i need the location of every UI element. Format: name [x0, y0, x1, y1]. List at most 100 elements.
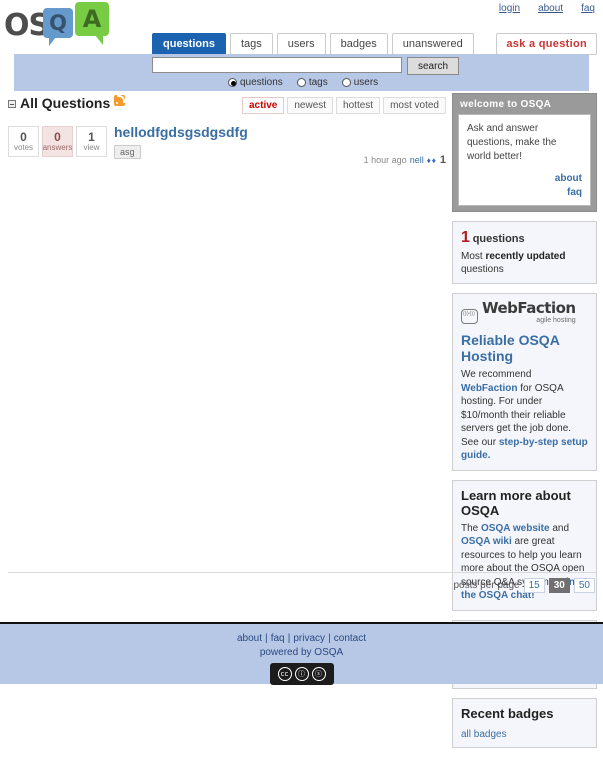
question-author-link[interactable]: nell — [410, 155, 424, 165]
search-scope-tags-label: tags — [308, 77, 328, 88]
recent-badges-card: Recent badges all badges — [452, 697, 597, 748]
webfaction-link[interactable]: WebFaction — [461, 383, 517, 394]
footer-about-link[interactable]: about — [237, 633, 262, 644]
page-size-15[interactable]: 15 — [523, 578, 545, 593]
nav-tab-badges[interactable]: badges — [329, 33, 388, 55]
user-links: login about faq — [499, 0, 595, 16]
creative-commons-badge[interactable]: cc ⓘ ⓢ — [269, 663, 334, 685]
content-divider — [8, 572, 596, 573]
author-badges-icon: ♦♦ — [426, 155, 437, 165]
question-body: hellodfgdsgsdgsdfg asg — [114, 124, 248, 159]
answer-count: 0 — [54, 129, 61, 144]
site-footer: about | faq | privacy | contact powered … — [0, 622, 603, 685]
learn-body-2: and — [549, 522, 570, 534]
footer-privacy-link[interactable]: privacy — [293, 633, 325, 644]
question-title-link[interactable]: hellodfgdsgsdgsdfg — [114, 124, 248, 140]
vote-count: 0 — [20, 129, 27, 144]
search-input[interactable] — [152, 57, 402, 73]
sort-tab-most-voted[interactable]: most voted — [383, 97, 446, 114]
stats-sub-bold: recently updated — [485, 251, 566, 262]
nav-tab-tags[interactable]: tags — [229, 33, 273, 55]
question-count-number: 1 — [461, 229, 470, 246]
radio-questions-icon[interactable] — [228, 78, 237, 87]
logo-letter-q: Q — [49, 11, 67, 35]
view-count-box: 1 view — [76, 126, 107, 157]
sort-tab-newest[interactable]: newest — [287, 97, 334, 114]
footer-sep-2: | — [287, 633, 291, 644]
nav-tab-unanswered[interactable]: unanswered — [391, 33, 474, 55]
welcome-about-link[interactable]: about — [467, 172, 582, 186]
page-title-group: All Questions — [8, 95, 126, 111]
welcome-inner: Ask and answer questions, make the world… — [458, 114, 591, 206]
view-count: 1 — [88, 129, 95, 144]
hosting-card: WebFaction agile hosting Reliable OSQA H… — [452, 293, 597, 471]
question-count-line: 1 questions — [461, 229, 588, 247]
hosting-body: We recommend WebFaction for OSQA hosting… — [461, 368, 588, 463]
footer-contact-link[interactable]: contact — [334, 633, 366, 644]
nav-tab-users[interactable]: users — [276, 33, 326, 55]
answer-count-label: answers — [42, 142, 73, 152]
page-size-50[interactable]: 50 — [573, 578, 595, 593]
welcome-faq-link[interactable]: faq — [467, 186, 582, 200]
stats-subtext: Most recently updated questions — [461, 250, 588, 276]
questions-main: All Questions active newest hottest most… — [8, 95, 446, 168]
page-size-30[interactable]: 30 — [548, 578, 570, 593]
page-size-label: posts per page — [453, 580, 520, 591]
rss-icon[interactable] — [114, 95, 126, 106]
hosting-body-1: We recommend — [461, 369, 532, 380]
answer-count-box: 0 answers — [42, 126, 73, 157]
webfaction-logo: WebFaction agile hosting — [461, 301, 588, 324]
osqa-website-link[interactable]: OSQA website — [481, 523, 550, 534]
learn-body-1: The — [461, 522, 482, 534]
question-row: 0 votes 0 answers 1 view hellodfgdsgsdgs… — [8, 124, 446, 168]
webfaction-mark-icon — [461, 309, 478, 324]
login-link[interactable]: login — [499, 3, 520, 14]
question-count-label: questions — [472, 233, 525, 245]
question-time: 1 hour ago — [363, 155, 407, 165]
view-count-label: view — [83, 142, 100, 152]
welcome-card: welcome to OSQA Ask and answer questions… — [452, 93, 597, 212]
learn-title: Learn more about OSQA — [461, 487, 571, 518]
recent-badges-title: Recent badges — [461, 705, 554, 721]
search-scope-group: questions tags users — [228, 77, 378, 88]
search-scope-questions[interactable]: questions — [228, 77, 283, 88]
search-scope-tags[interactable]: tags — [296, 77, 328, 88]
faq-link[interactable]: faq — [581, 3, 595, 14]
search-scope-users[interactable]: users — [341, 77, 379, 88]
page-size-control: posts per page 15 30 50 — [453, 578, 595, 593]
stats-sub-post: questions — [461, 264, 504, 275]
search-row: search — [152, 57, 459, 75]
welcome-links: about faq — [467, 172, 582, 200]
question-tag[interactable]: asg — [114, 145, 141, 159]
cc-by-icon: ⓘ — [294, 667, 309, 681]
search-scope-questions-label: questions — [240, 77, 283, 88]
welcome-body: Ask and answer questions, make the world… — [467, 123, 557, 162]
nav-tab-questions[interactable]: questions — [152, 33, 226, 55]
author-karma: 1 — [439, 154, 446, 166]
page-header: All Questions active newest hottest most… — [8, 95, 446, 114]
cc-icon: cc — [277, 667, 292, 681]
sort-tab-hottest[interactable]: hottest — [336, 97, 381, 114]
ask-question-button[interactable]: ask a question — [496, 33, 597, 55]
search-bar: search questions tags users — [14, 54, 589, 91]
radio-users-icon[interactable] — [341, 78, 351, 87]
site-logo[interactable]: OS Q A — [4, 2, 144, 48]
powered-by-text: powered by OSQA — [259, 647, 344, 658]
question-counters: 0 votes 0 answers 1 view — [8, 126, 107, 157]
footer-faq-link[interactable]: faq — [271, 633, 285, 644]
about-link[interactable]: about — [538, 3, 563, 14]
search-button[interactable]: search — [407, 57, 459, 75]
radio-tags-icon[interactable] — [296, 78, 306, 87]
vote-count-box: 0 votes — [8, 126, 39, 157]
welcome-title: welcome to OSQA — [460, 99, 552, 110]
stats-sub-pre: Most — [461, 251, 486, 262]
main-nav: questions tags users badges unanswered — [152, 33, 474, 55]
search-scope-users-label: users — [353, 77, 379, 88]
logo-letter-a: A — [82, 5, 102, 33]
osqa-wiki-link[interactable]: OSQA wiki — [461, 536, 512, 547]
all-badges-link[interactable]: all badges — [461, 729, 507, 740]
collapse-icon[interactable] — [8, 100, 16, 108]
webfaction-tagline: agile hosting — [536, 317, 576, 324]
logo-bubble-a: A — [75, 2, 109, 45]
sort-tab-active[interactable]: active — [242, 97, 285, 114]
